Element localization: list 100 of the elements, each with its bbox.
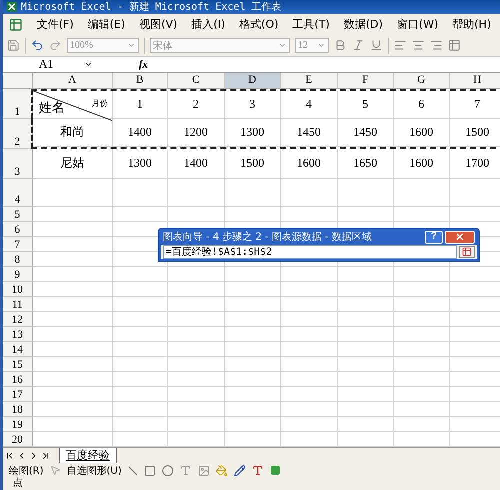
menu-item[interactable]: 数据(D) <box>344 17 384 32</box>
menu-item[interactable]: 编辑(E) <box>88 17 126 32</box>
empty-cell <box>281 327 338 342</box>
expand-button[interactable] <box>459 246 475 258</box>
fill-color-icon[interactable] <box>216 464 228 476</box>
menu-item[interactable]: 插入(I) <box>192 17 226 32</box>
row-header[interactable]: 10 <box>3 282 33 297</box>
image-icon[interactable] <box>198 464 210 476</box>
row-header[interactable]: 11 <box>3 297 33 312</box>
empty-cell <box>338 387 394 402</box>
column-header[interactable]: B <box>113 73 168 89</box>
table-cell: 1450 <box>281 119 338 147</box>
column-header[interactable]: H <box>450 73 500 89</box>
column-header[interactable]: C <box>168 73 225 89</box>
empty-cell <box>225 297 281 312</box>
row-header[interactable]: 20 <box>3 432 33 447</box>
empty-cell <box>281 372 338 387</box>
empty-cell <box>394 327 450 342</box>
font-color-icon[interactable] <box>252 464 264 476</box>
draw-menu[interactable]: 绘图(R) <box>9 464 44 478</box>
empty-cell <box>281 387 338 402</box>
table-cell: 尼姑 <box>33 149 113 179</box>
empty-cell <box>225 402 281 417</box>
caret-icon <box>84 60 93 69</box>
row-header[interactable]: 6 <box>3 222 33 237</box>
empty-cell <box>113 387 168 402</box>
select-all-corner[interactable] <box>3 73 33 89</box>
table-cell: 1500 <box>450 119 500 147</box>
spreadsheet-icon <box>7 2 17 12</box>
empty-cell <box>338 282 394 297</box>
line-icon[interactable] <box>128 466 138 476</box>
empty-cell <box>394 402 450 417</box>
empty-cell <box>225 267 281 282</box>
row-header[interactable]: 17 <box>3 387 33 402</box>
menu-item[interactable]: 文件(F) <box>37 17 74 32</box>
align-right-icon[interactable] <box>430 39 443 52</box>
merge-cells-icon[interactable] <box>448 39 461 52</box>
table-cell: 1500 <box>225 149 281 179</box>
status-text: 点 <box>13 478 23 490</box>
close-button[interactable] <box>445 230 475 244</box>
italic-icon[interactable] <box>352 39 365 52</box>
menu-item[interactable]: 视图(V) <box>139 17 178 32</box>
sheet-tab[interactable]: 百度经验 <box>59 448 117 464</box>
row-header[interactable]: 12 <box>3 312 33 327</box>
menu-item[interactable]: 格式(O) <box>239 17 279 32</box>
table-cell: 3 <box>225 91 281 119</box>
first-sheet-icon[interactable] <box>5 450 15 460</box>
undo-icon[interactable] <box>31 39 44 52</box>
row-header[interactable]: 4 <box>3 179 33 207</box>
empty-cell <box>394 417 450 432</box>
menu-item[interactable]: 帮助(H) <box>452 17 492 32</box>
name-box[interactable]: A1 <box>3 57 103 72</box>
row-header[interactable]: 19 <box>3 417 33 432</box>
row-header[interactable]: 18 <box>3 402 33 417</box>
column-header[interactable]: E <box>281 73 338 89</box>
row-header[interactable]: 1 <box>3 89 33 119</box>
align-center-icon[interactable] <box>412 39 425 52</box>
row-header[interactable]: 9 <box>3 267 33 282</box>
table-cell: 1400 <box>168 149 225 179</box>
caret-icon <box>278 41 287 50</box>
rectangle-icon[interactable] <box>144 464 156 476</box>
function-button[interactable]: fx <box>139 58 148 70</box>
oval-icon[interactable] <box>162 464 174 476</box>
column-header[interactable]: F <box>338 73 394 89</box>
empty-cell <box>394 372 450 387</box>
empty-cell <box>338 297 394 312</box>
column-header[interactable]: G <box>394 73 450 89</box>
align-left-icon[interactable] <box>394 39 407 52</box>
line-color-icon[interactable] <box>234 464 246 476</box>
autoshapes-menu[interactable]: 自选图形(U) <box>66 464 122 478</box>
save-icon[interactable] <box>7 39 20 52</box>
text-box-icon[interactable] <box>180 464 192 476</box>
redo-icon[interactable] <box>49 39 62 52</box>
empty-cell <box>338 402 394 417</box>
pointer-icon[interactable] <box>50 465 61 476</box>
spreadsheet-icon <box>9 18 23 32</box>
menu-item[interactable]: 窗口(W) <box>397 17 438 32</box>
row-header[interactable]: 7 <box>3 237 33 252</box>
empty-cell <box>281 312 338 327</box>
last-sheet-icon[interactable] <box>41 450 51 460</box>
row-header[interactable]: 5 <box>3 207 33 222</box>
column-header[interactable]: A <box>33 73 113 89</box>
row-header[interactable]: 8 <box>3 252 33 267</box>
empty-cell <box>281 357 338 372</box>
row-header[interactable]: 13 <box>3 327 33 342</box>
row-header[interactable]: 2 <box>3 119 33 149</box>
row-header[interactable]: 15 <box>3 357 33 372</box>
menu-item[interactable]: 工具(T) <box>292 17 330 32</box>
row-header[interactable]: 3 <box>3 149 33 179</box>
empty-cell <box>113 282 168 297</box>
empty-cell <box>113 372 168 387</box>
row-header[interactable]: 14 <box>3 342 33 357</box>
column-header[interactable]: D <box>225 73 281 89</box>
bold-icon[interactable] <box>334 39 347 52</box>
empty-cell <box>338 312 394 327</box>
range-input-field[interactable]: =百度经验!$A$1:$H$2 <box>163 245 457 259</box>
help-button[interactable]: ? <box>425 230 443 244</box>
underline-icon[interactable] <box>370 39 383 52</box>
row-header[interactable]: 16 <box>3 372 33 387</box>
cube-icon[interactable] <box>270 465 281 476</box>
